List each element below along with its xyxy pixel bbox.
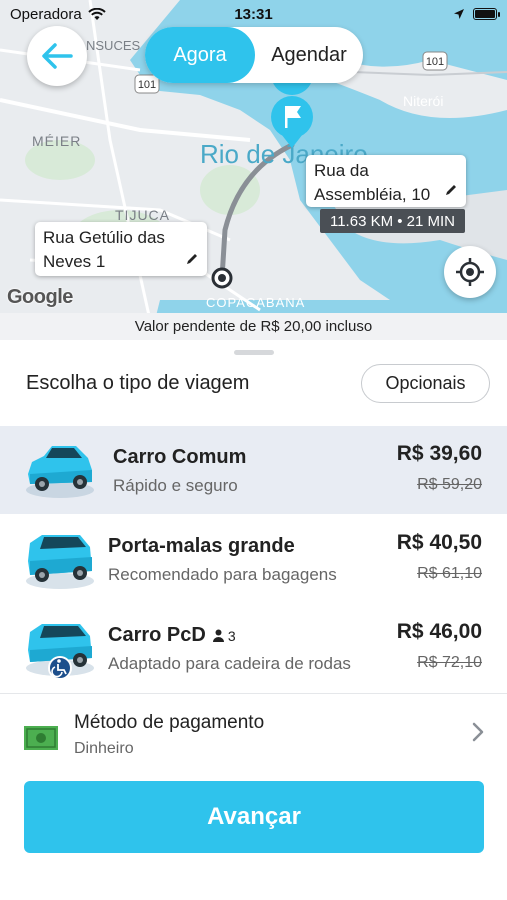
ride-price: R$ 39,60 bbox=[396, 442, 482, 465]
ride-name: Porta-malas grande bbox=[108, 535, 295, 557]
distance-time-badge: 11.63 KM • 21 MIN bbox=[320, 209, 465, 233]
ride-capacity: 3 bbox=[212, 628, 236, 644]
car-icon bbox=[26, 535, 94, 589]
location-arrow-icon bbox=[454, 9, 464, 19]
trip-type-title: Escolha o tipo de viagem bbox=[26, 372, 250, 394]
ride-old-price: R$ 59,20 bbox=[417, 476, 482, 493]
ride-name: Carro Comum bbox=[113, 446, 247, 468]
car-icon bbox=[26, 446, 94, 498]
destination-address-card[interactable]: Rua da Assembléia, 10 bbox=[306, 155, 466, 207]
proceed-button[interactable]: Avançar bbox=[24, 781, 484, 853]
pending-fee-notice: Valor pendente de R$ 20,00 incluso bbox=[0, 313, 507, 340]
edit-pencil-icon[interactable] bbox=[185, 252, 199, 266]
ride-description: Recomendado para bagagens bbox=[108, 565, 337, 584]
ride-option-standard[interactable]: Carro Comum Rápido e seguro R$ 39,60 R$ … bbox=[0, 426, 507, 514]
ride-price: R$ 46,00 bbox=[396, 620, 482, 643]
locate-me-button[interactable] bbox=[444, 246, 496, 298]
edit-pencil-icon[interactable] bbox=[444, 183, 458, 197]
chevron-right-icon bbox=[472, 722, 484, 742]
back-button[interactable] bbox=[27, 26, 87, 86]
locate-me-icon bbox=[456, 258, 484, 286]
payment-method-row[interactable]: Método de pagamento Dinheiro bbox=[0, 700, 507, 766]
map-label-copacabana: COPACABANA bbox=[206, 295, 305, 310]
road-shield-101a: 101 bbox=[134, 74, 160, 94]
mode-now-tab[interactable]: Agora bbox=[145, 27, 255, 83]
wifi-icon bbox=[88, 7, 106, 20]
map-view[interactable]: 101 101 NSUCES MÉIER TIJUCA COPACABANA N… bbox=[0, 0, 507, 340]
svg-text:101: 101 bbox=[138, 79, 156, 91]
status-bar: Operadora 13:31 bbox=[0, 0, 507, 28]
ride-description: Adaptado para cadeira de rodas bbox=[108, 654, 351, 673]
sheet-drag-handle[interactable] bbox=[234, 350, 274, 355]
destination-address: Rua da Assembléia, 10 bbox=[314, 161, 431, 204]
map-label-tijuca: TIJUCA bbox=[115, 207, 170, 223]
ride-name: Carro PcD bbox=[108, 624, 206, 646]
back-arrow-icon bbox=[42, 43, 73, 69]
origin-pin-icon bbox=[211, 267, 233, 289]
money-icon bbox=[24, 726, 58, 750]
mode-toggle: Agora Agendar bbox=[145, 27, 363, 83]
google-logo: Google bbox=[7, 286, 73, 308]
origin-address-card[interactable]: Rua Getúlio das Neves 1 bbox=[35, 222, 207, 276]
ride-name-row: Carro PcD 3 bbox=[108, 624, 236, 647]
ride-price: R$ 40,50 bbox=[396, 531, 482, 554]
ride-option-accessible[interactable]: Carro PcD 3 Adaptado para cadeira de rod… bbox=[0, 604, 507, 692]
origin-address: Rua Getúlio das Neves 1 bbox=[43, 228, 165, 271]
battery-icon bbox=[473, 8, 500, 20]
divider bbox=[0, 693, 507, 694]
options-button[interactable]: Opcionais bbox=[361, 364, 490, 403]
ride-capacity-count: 3 bbox=[227, 627, 236, 644]
person-icon bbox=[212, 629, 224, 642]
mode-schedule-tab[interactable]: Agendar bbox=[255, 27, 363, 83]
ride-old-price: R$ 61,10 bbox=[417, 565, 482, 582]
payment-title: Método de pagamento bbox=[74, 712, 265, 733]
ride-option-large-trunk[interactable]: Porta-malas grande Recomendado para baga… bbox=[0, 515, 507, 603]
svg-text:101: 101 bbox=[426, 56, 444, 68]
road-shield-101b: 101 bbox=[422, 51, 448, 71]
ride-description: Rápido e seguro bbox=[113, 476, 238, 495]
carrier-name: Operadora bbox=[10, 5, 82, 23]
map-label-consuces: NSUCES bbox=[86, 38, 141, 53]
map-label-meier: MÉIER bbox=[32, 133, 81, 149]
ride-old-price: R$ 72,10 bbox=[417, 654, 482, 671]
car-icon bbox=[26, 624, 94, 680]
payment-method: Dinheiro bbox=[74, 740, 134, 757]
map-label-niteroi: Niterói bbox=[403, 93, 443, 109]
wheelchair-icon bbox=[48, 656, 72, 680]
